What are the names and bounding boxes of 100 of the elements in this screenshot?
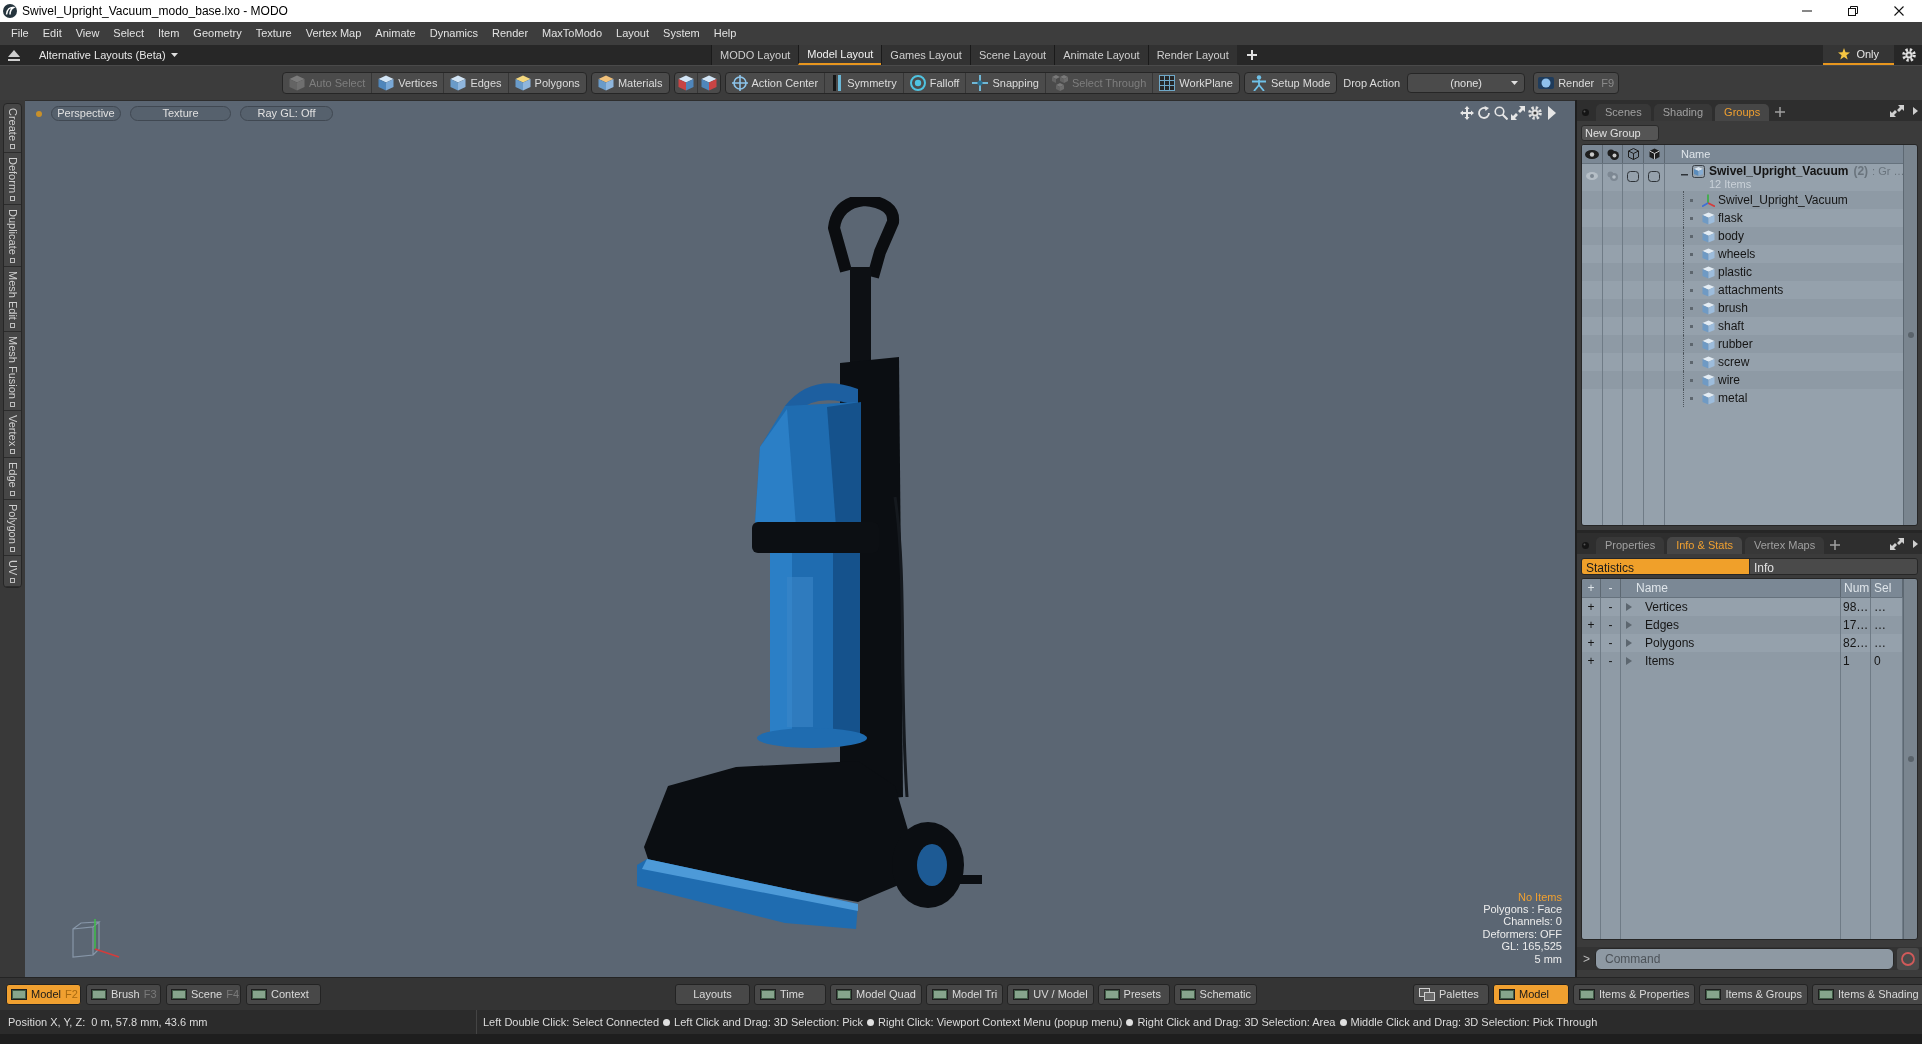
panel-tab[interactable]: Shading bbox=[1653, 104, 1713, 121]
layout-button[interactable]: Time bbox=[754, 983, 826, 1005]
menu-item[interactable]: File bbox=[4, 25, 36, 42]
viewport-option-button[interactable]: Ray GL: Off bbox=[240, 106, 333, 121]
maximize-icon[interactable] bbox=[1511, 106, 1525, 120]
item-name[interactable]: wire bbox=[1718, 371, 1740, 389]
command-history-button[interactable] bbox=[1897, 947, 1919, 970]
tool-button[interactable]: Snapping bbox=[965, 73, 1045, 93]
panel-tab[interactable]: Groups bbox=[1715, 104, 1770, 121]
add-tab-button[interactable] bbox=[1775, 107, 1786, 117]
item-name[interactable]: flask bbox=[1718, 209, 1743, 227]
layout-button[interactable]: Model Quad bbox=[830, 983, 922, 1005]
only-filter-toggle[interactable]: Only bbox=[1823, 45, 1894, 65]
group-name[interactable]: Swivel_Upright_Vacuum bbox=[1709, 162, 1849, 180]
search-icon[interactable] bbox=[1494, 106, 1508, 120]
item-name[interactable]: metal bbox=[1718, 389, 1748, 407]
tool-button[interactable]: Vertices bbox=[371, 73, 444, 93]
rotate-icon[interactable] bbox=[1477, 106, 1491, 120]
item-name[interactable]: attachments bbox=[1718, 281, 1784, 299]
layout-button[interactable]: Layouts bbox=[675, 983, 750, 1005]
item-name[interactable]: shaft bbox=[1718, 317, 1744, 335]
scrollbar-track[interactable] bbox=[1903, 579, 1917, 939]
move-icon[interactable] bbox=[1460, 106, 1474, 120]
item-name[interactable]: screw bbox=[1718, 353, 1750, 371]
mode-tab[interactable]: Statistics bbox=[1582, 559, 1749, 574]
layout-switcher-dropdown[interactable]: Alternative Layouts (Beta) bbox=[39, 46, 178, 64]
toolbar-icon-button[interactable] bbox=[696, 73, 720, 93]
menu-item[interactable]: Select bbox=[106, 25, 151, 42]
tool-button[interactable]: Action Center bbox=[725, 73, 825, 93]
expand-icon[interactable] bbox=[1890, 105, 1904, 117]
menu-item[interactable]: Texture bbox=[248, 25, 299, 42]
layout-button[interactable]: Schematic bbox=[1173, 983, 1257, 1005]
layout-button[interactable]: Model Tri bbox=[925, 983, 1004, 1005]
mode-tab[interactable]: Info bbox=[1749, 559, 1917, 574]
add-button[interactable]: + bbox=[1582, 652, 1601, 670]
layout-tab[interactable]: Model Layout bbox=[798, 45, 882, 65]
add-tab-button[interactable] bbox=[1830, 540, 1841, 550]
item-name[interactable]: wheels bbox=[1718, 245, 1756, 263]
layout-button[interactable]: Palettes bbox=[1413, 983, 1489, 1005]
command-field[interactable]: Command bbox=[1595, 947, 1894, 970]
triangle-right-icon[interactable] bbox=[1913, 107, 1918, 115]
settings-icon[interactable] bbox=[1528, 106, 1542, 120]
side-tab[interactable]: Mesh Edit bbox=[4, 266, 21, 332]
layout-tab[interactable]: Animate Layout bbox=[1054, 45, 1148, 65]
menu-item[interactable]: Layout bbox=[609, 25, 657, 42]
menu-item[interactable]: Help bbox=[706, 25, 744, 42]
layout-button[interactable]: Items & Properties bbox=[1573, 983, 1696, 1005]
tool-button[interactable]: Polygons bbox=[507, 73, 586, 93]
side-tab[interactable]: Vertex bbox=[4, 410, 21, 459]
new-group-button[interactable]: New Group bbox=[1581, 125, 1659, 141]
layout-tab[interactable]: Scene Layout bbox=[969, 45, 1055, 65]
toggle-box-icon[interactable] bbox=[1648, 171, 1660, 182]
side-tab[interactable]: Duplicate bbox=[4, 205, 21, 267]
side-tab[interactable]: Mesh Fusion bbox=[4, 331, 21, 411]
tool-button[interactable]: Setup Mode bbox=[1244, 73, 1337, 93]
menu-item[interactable]: Render bbox=[485, 25, 536, 42]
layout-button[interactable]: Items & Groups bbox=[1699, 983, 1808, 1005]
layout-button[interactable]: UV / Model bbox=[1007, 983, 1094, 1005]
viewport-option-button[interactable]: Perspective bbox=[51, 106, 121, 121]
remove-button[interactable]: - bbox=[1601, 652, 1621, 670]
menu-item[interactable]: Edit bbox=[35, 25, 69, 42]
drop-action-dropdown[interactable]: (none) bbox=[1407, 73, 1526, 93]
panel-tab[interactable]: Scenes bbox=[1596, 104, 1651, 121]
layout-tab[interactable]: Render Layout bbox=[1147, 45, 1237, 65]
triangle-right-icon[interactable] bbox=[1913, 540, 1918, 548]
panel-tab[interactable]: Info & Stats bbox=[1667, 537, 1742, 554]
side-tab[interactable]: Create bbox=[4, 104, 21, 154]
layout-button[interactable]: Context bbox=[246, 983, 321, 1005]
item-name[interactable]: plastic bbox=[1718, 263, 1752, 281]
tool-button[interactable]: Falloff bbox=[902, 73, 966, 93]
menu-item[interactable]: Geometry bbox=[186, 25, 249, 42]
layout-button[interactable]: Model F2 bbox=[6, 983, 81, 1005]
tool-button[interactable]: Symmetry bbox=[824, 73, 903, 93]
menu-item[interactable]: Vertex Map bbox=[298, 25, 369, 42]
render-button[interactable]: Render F9 bbox=[1533, 72, 1620, 94]
layout-tab[interactable]: Games Layout bbox=[881, 45, 970, 65]
viewport-option-button[interactable]: Texture bbox=[130, 106, 231, 121]
tool-button[interactable]: Edges bbox=[443, 73, 508, 93]
item-name[interactable]: body bbox=[1718, 227, 1745, 245]
item-name[interactable]: brush bbox=[1718, 299, 1749, 317]
side-tab[interactable]: Deform bbox=[4, 153, 21, 206]
side-tab[interactable]: Edge bbox=[4, 458, 21, 500]
side-tab[interactable]: Polygon bbox=[4, 499, 21, 556]
tool-button[interactable]: WorkPlane bbox=[1152, 73, 1239, 93]
panel-tab[interactable]: Vertex Maps bbox=[1745, 537, 1825, 554]
panel-tab[interactable]: Properties bbox=[1596, 537, 1665, 554]
menu-item[interactable]: MaxToModo bbox=[535, 25, 609, 42]
menu-item[interactable]: Animate bbox=[368, 25, 423, 42]
menu-item[interactable]: Item bbox=[150, 25, 187, 42]
expand-icon[interactable] bbox=[1890, 538, 1904, 550]
layout-button[interactable]: Items & Shading bbox=[1811, 983, 1922, 1005]
toggle-box-icon[interactable] bbox=[1627, 171, 1639, 182]
layout-button[interactable]: Presets bbox=[1097, 983, 1170, 1005]
menu-item[interactable]: Dynamics bbox=[422, 25, 485, 42]
menu-item[interactable]: System bbox=[656, 25, 707, 42]
scrollbar-track[interactable] bbox=[1903, 145, 1917, 525]
item-name[interactable]: rubber bbox=[1718, 335, 1753, 353]
menu-item[interactable]: View bbox=[68, 25, 107, 42]
layout-tab[interactable]: MODO Layout bbox=[711, 45, 799, 65]
settings-button[interactable] bbox=[1902, 45, 1916, 65]
